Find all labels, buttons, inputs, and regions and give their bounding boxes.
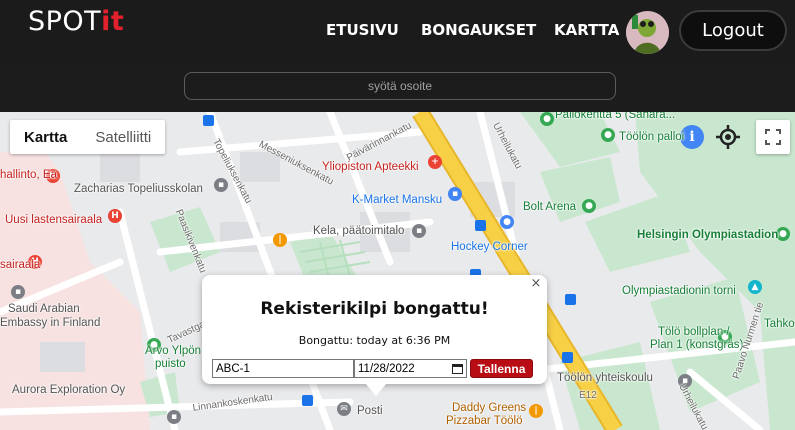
date-value: 11/28/2022 [358, 362, 415, 375]
user-avatar[interactable] [626, 11, 669, 54]
place-label[interactable]: Posti [357, 405, 383, 417]
map-type-map-button[interactable]: Kartta [10, 120, 81, 154]
arena-pin-icon[interactable]: ● [582, 199, 596, 213]
school-pin-icon[interactable]: ▪ [214, 178, 228, 192]
aurora-pin-icon[interactable]: ▪ [167, 410, 181, 424]
nav-spottings-link[interactable]: BONGAUKSET [421, 21, 536, 39]
place-label[interactable]: Töölön yhteiskoulu [557, 372, 653, 384]
place-label[interactable]: Kela, päätoimitalo [313, 225, 404, 237]
place-label[interactable]: Plan 1 (konstgräs) [650, 339, 743, 351]
place-label[interactable]: Aurora Exploration Oy [12, 384, 125, 396]
place-label[interactable]: Zacharias Topeliusskolan [74, 183, 203, 195]
spotting-form: 11/28/2022 Tallenna [212, 359, 533, 378]
navbar: SPOTit ETUSIVU BONGAUKSET KARTTA Logout [0, 0, 795, 62]
place-label[interactable]: Tölö bollplan / [658, 326, 730, 338]
place-label[interactable]: Hockey Corner [451, 241, 528, 253]
place-label[interactable]: Tahko [764, 318, 795, 330]
calendar-icon[interactable] [452, 363, 463, 374]
place-label[interactable]: Yliopiston Apteekki [322, 161, 419, 173]
logout-button[interactable]: Logout [679, 10, 787, 51]
transit-icon[interactable] [203, 115, 214, 126]
nav-home-link[interactable]: ETUSIVU [326, 21, 399, 39]
place-label[interactable]: Töölön palloi [619, 131, 684, 143]
search-area [0, 62, 795, 112]
place-label[interactable]: Embassy in Finland [0, 317, 100, 329]
transit-icon-2[interactable] [475, 220, 486, 231]
pharmacy-pin-icon[interactable]: + [428, 155, 442, 169]
shop-pin-icon[interactable]: ▪ [448, 187, 462, 201]
map-type-satellite-button[interactable]: Satelliitti [81, 120, 165, 154]
tower-pin-icon[interactable]: ▲ [748, 280, 762, 294]
pallokentta-pin-icon[interactable]: ● [540, 112, 554, 126]
posti-pin-icon[interactable]: ✉ [337, 402, 351, 416]
sports-shop-pin-icon[interactable]: ● [500, 215, 514, 229]
spotit-logo[interactable]: SPOTit [28, 6, 124, 37]
place-label[interactable]: hallinto, Ea [0, 169, 57, 181]
fullscreen-button[interactable] [756, 120, 790, 154]
place-label[interactable]: Pizzabar Töölö [446, 415, 523, 427]
place-label[interactable]: Uusi lastensairaala [5, 214, 102, 226]
logo-accent: it [101, 6, 125, 37]
place-label[interactable]: Arvo Ylpön [145, 345, 201, 357]
info-window-title: Rekisterikilpi bongattu! [260, 299, 489, 319]
hospital-pin-icon-2[interactable]: H [108, 209, 122, 223]
place-label[interactable]: sairaala [0, 259, 40, 271]
nav-map-link[interactable]: KARTTA [554, 21, 619, 39]
save-button[interactable]: Tallenna [470, 359, 533, 378]
address-search-input[interactable] [184, 72, 616, 100]
place-label[interactable]: puisto [155, 358, 186, 370]
fullscreen-icon [765, 129, 781, 145]
park-pin-icon[interactable]: ● [601, 128, 615, 142]
my-location-icon[interactable] [715, 124, 741, 150]
place-label[interactable]: Daddy Greens [452, 402, 526, 414]
transit-icon-4[interactable] [302, 395, 313, 406]
restaurant-pin-icon[interactable]: | [529, 404, 543, 418]
map-type-control: Kartta Satelliitti [10, 120, 166, 154]
place-label[interactable]: K-Market Mansku [352, 194, 442, 206]
place-label[interactable]: Olympiastadionin torni [622, 285, 736, 297]
place-label[interactable]: Pallokenttä 5 (Sahara... [555, 112, 675, 121]
logo-text: SPOT [28, 6, 102, 37]
restaurant-pin-icon-2[interactable]: | [273, 233, 287, 247]
office-pin-icon[interactable]: ▪ [412, 224, 426, 238]
license-plate-input[interactable] [212, 359, 354, 378]
spotting-info-window: × Rekisterikilpi bongattu! Bongattu: tod… [202, 275, 547, 396]
transit-icon-3[interactable] [562, 352, 573, 363]
transit-icon-8[interactable] [565, 294, 576, 305]
place-label[interactable]: Helsingin Olympiastadion [637, 229, 778, 241]
road-number-label: E12 [579, 390, 597, 401]
close-icon[interactable]: × [529, 276, 543, 291]
embassy-pin-icon[interactable]: ▪ [11, 285, 25, 299]
place-label[interactable]: Saudi Arabian [8, 303, 80, 315]
date-input[interactable]: 11/28/2022 [354, 359, 467, 378]
spotted-time-text: Bongattu: today at 6:36 PM [298, 334, 451, 347]
place-label[interactable]: Bolt Arena [523, 201, 576, 213]
